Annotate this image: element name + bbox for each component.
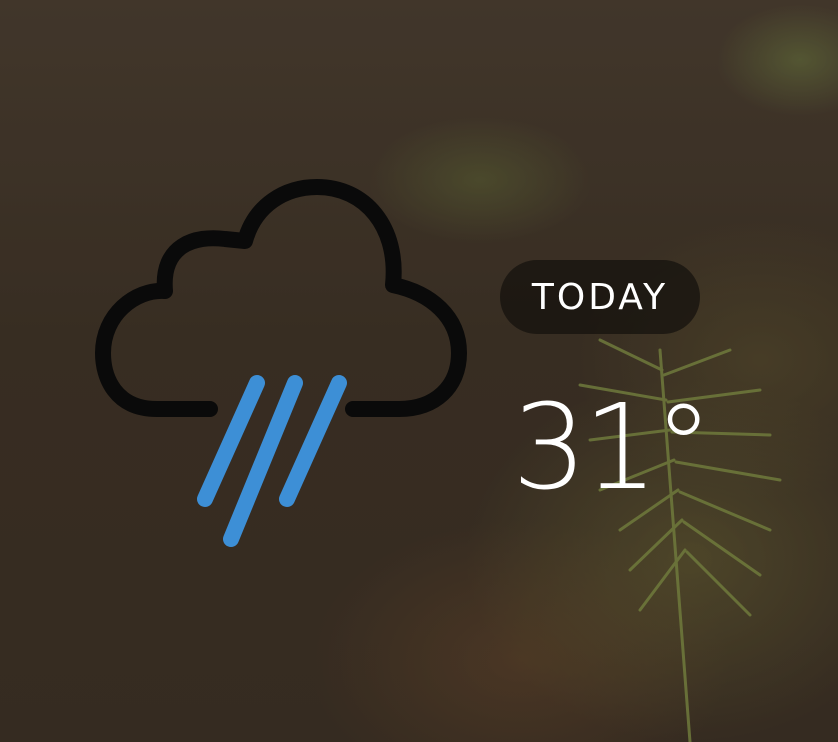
day-badge: TODAY (500, 260, 700, 334)
temperature-value: 31° (512, 378, 713, 516)
day-label: TODAY (531, 276, 669, 318)
cloud-outline (95, 179, 467, 417)
rain-cloud-icon (95, 179, 467, 547)
